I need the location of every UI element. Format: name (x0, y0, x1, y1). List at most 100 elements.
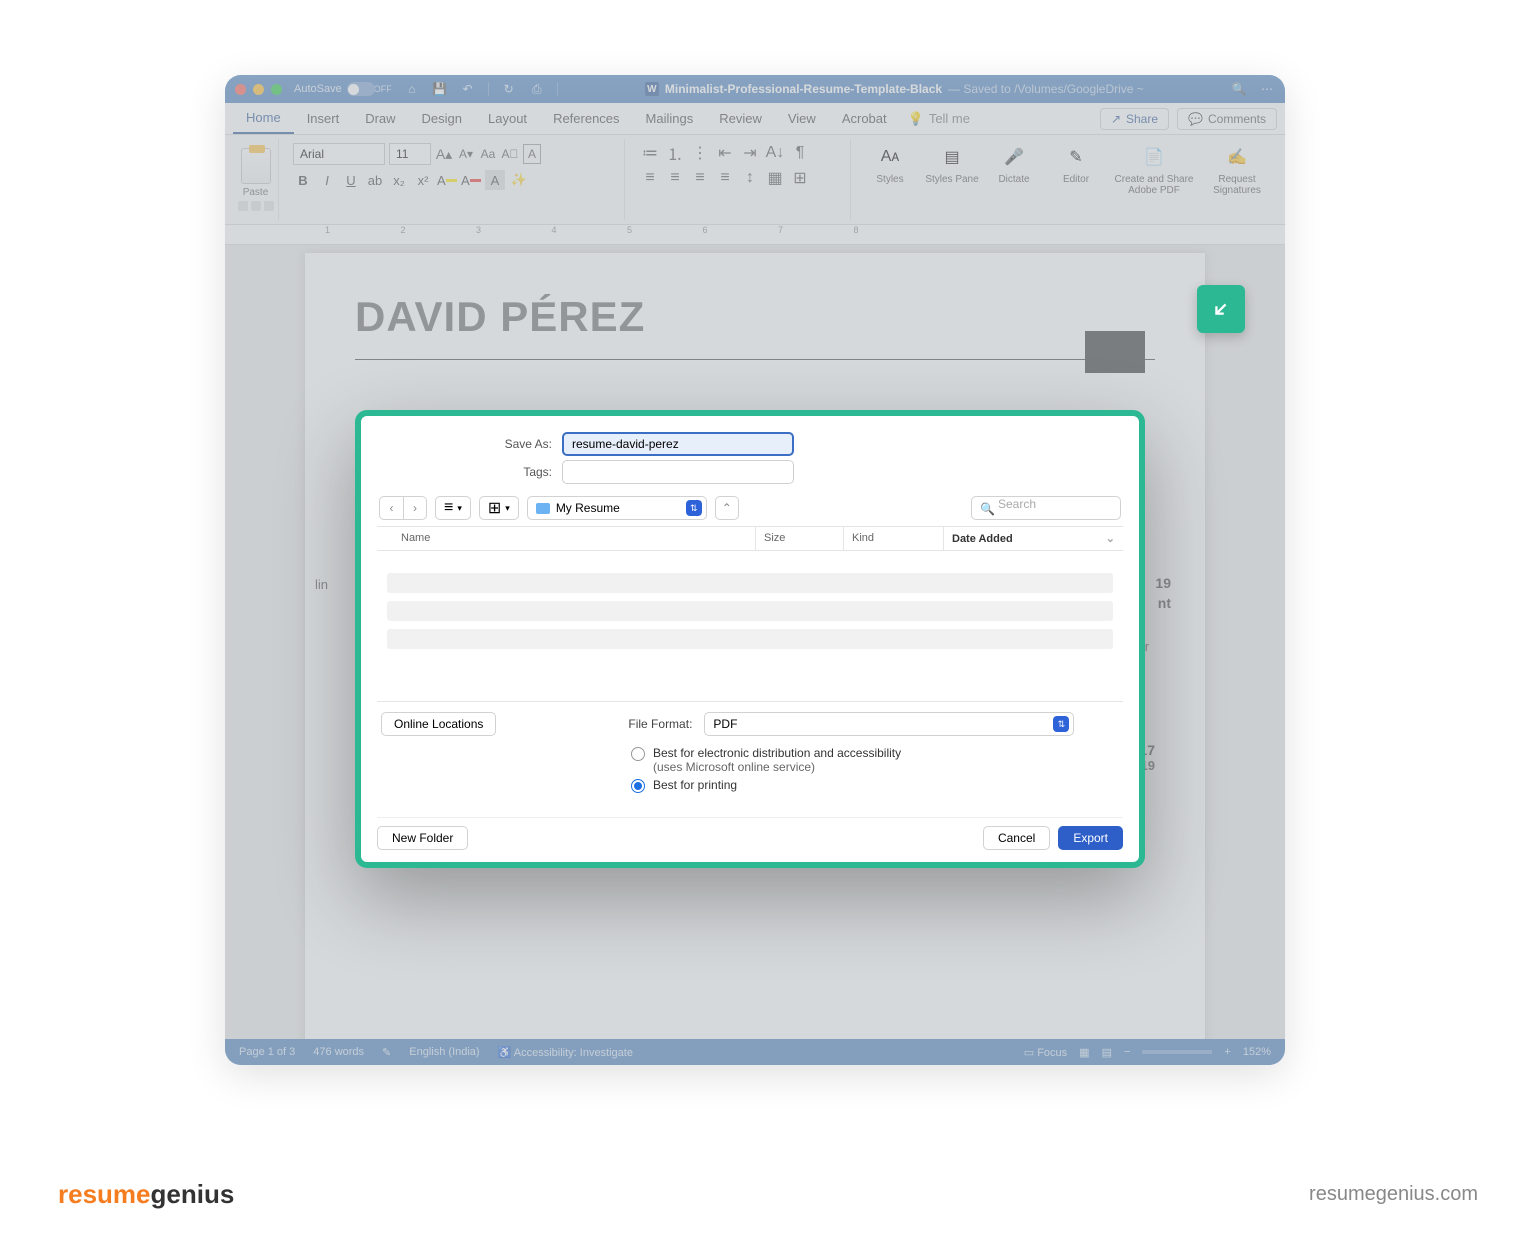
dictate-button[interactable]: 🎤Dictate (985, 143, 1043, 216)
underline-button[interactable]: U (341, 170, 361, 190)
tell-me[interactable]: 💡 Tell me (908, 111, 970, 127)
tags-input[interactable] (562, 460, 794, 484)
col-name[interactable]: Name (377, 527, 755, 550)
tab-layout[interactable]: Layout (475, 103, 540, 134)
styles-button[interactable]: AᴀStyles (861, 143, 919, 216)
file-list[interactable] (377, 551, 1123, 701)
tab-view[interactable]: View (775, 103, 829, 134)
styles-pane-button[interactable]: ▤Styles Pane (923, 143, 981, 216)
tab-draw[interactable]: Draw (352, 103, 408, 134)
change-case-icon[interactable]: Aa (479, 144, 497, 164)
export-button[interactable]: Export (1058, 826, 1123, 850)
align-left-icon[interactable]: ≡ (639, 168, 661, 188)
home-icon[interactable]: ⌂ (404, 81, 420, 97)
align-center-icon[interactable]: ≡ (664, 168, 686, 188)
save-as-input[interactable] (562, 432, 794, 456)
strikethrough-button[interactable]: ab (365, 170, 385, 190)
collapse-button[interactable]: ⌃ (715, 496, 739, 520)
tab-review[interactable]: Review (706, 103, 775, 134)
print-icon[interactable]: ⎙ (529, 81, 545, 97)
collapse-badge[interactable] (1197, 285, 1245, 333)
cancel-button[interactable]: Cancel (983, 826, 1050, 850)
accessibility-indicator[interactable]: ♿ Accessibility: Investigate (498, 1046, 633, 1059)
tab-acrobat[interactable]: Acrobat (829, 103, 900, 134)
request-signatures-button[interactable]: ✍Request Signatures (1203, 143, 1271, 216)
bold-button[interactable]: B (293, 170, 313, 190)
radio-printing[interactable]: Best for printing (631, 778, 1123, 793)
save-icon[interactable]: 💾 (432, 81, 448, 97)
location-select[interactable]: My Resume ⇅ (527, 496, 707, 520)
zoom-out-icon[interactable]: − (1124, 1046, 1130, 1058)
multilevel-icon[interactable]: ⋮ (689, 143, 711, 163)
decrease-font-icon[interactable]: A▾ (457, 144, 475, 164)
undo-icon[interactable]: ↶ (460, 81, 476, 97)
format-painter-icon[interactable] (264, 201, 274, 211)
highlight-button[interactable]: A (437, 170, 457, 190)
bullets-icon[interactable]: ≔ (639, 143, 661, 163)
sort-icon[interactable]: A↓ (764, 143, 786, 163)
redo-icon[interactable]: ↻ (501, 81, 517, 97)
zoom-level[interactable]: 152% (1243, 1046, 1271, 1058)
focus-mode[interactable]: ▭ Focus (1024, 1046, 1067, 1059)
tab-design[interactable]: Design (409, 103, 475, 134)
show-marks-icon[interactable]: ¶ (789, 143, 811, 163)
tab-mailings[interactable]: Mailings (633, 103, 707, 134)
shading-icon[interactable]: ▦ (764, 168, 786, 188)
language-indicator[interactable]: English (India) (409, 1046, 479, 1058)
zoom-in-icon[interactable]: + (1224, 1046, 1230, 1058)
search-input[interactable]: 🔍 Search (971, 496, 1121, 520)
back-button[interactable]: ‹ (379, 496, 403, 520)
cut-icon[interactable] (238, 201, 248, 211)
text-shading-icon[interactable]: A (485, 170, 505, 190)
minimize-icon[interactable] (253, 84, 264, 95)
share-button[interactable]: ↗ Share (1100, 108, 1169, 130)
italic-button[interactable]: I (317, 170, 337, 190)
tab-home[interactable]: Home (233, 103, 294, 134)
paste-icon[interactable] (241, 148, 271, 184)
char-border-icon[interactable]: A (523, 144, 541, 164)
zoom-slider[interactable] (1142, 1050, 1212, 1054)
switch-icon[interactable] (347, 82, 375, 96)
copy-icon[interactable] (251, 201, 261, 211)
create-pdf-button[interactable]: 📄Create and Share Adobe PDF (1109, 143, 1199, 216)
list-view-button[interactable]: ≡▾ (435, 496, 471, 520)
font-color-button[interactable]: A (461, 170, 481, 190)
col-size[interactable]: Size (755, 527, 843, 550)
page-indicator[interactable]: Page 1 of 3 (239, 1046, 295, 1058)
font-size-select[interactable]: 11 (389, 143, 431, 165)
tab-references[interactable]: References (540, 103, 632, 134)
radio-electronic[interactable]: Best for electronic distribution and acc… (631, 746, 1123, 774)
tab-insert[interactable]: Insert (294, 103, 353, 134)
view-web-icon[interactable]: ▤ (1102, 1046, 1112, 1059)
maximize-icon[interactable] (271, 84, 282, 95)
close-icon[interactable] (235, 84, 246, 95)
font-name-select[interactable]: Arial (293, 143, 385, 165)
borders-icon[interactable]: ⊞ (789, 168, 811, 188)
clear-format-icon[interactable]: A⃠ (501, 144, 519, 164)
editor-button[interactable]: ✎Editor (1047, 143, 1105, 216)
subscript-button[interactable]: x₂ (389, 170, 409, 190)
search-icon[interactable]: 🔍 (1231, 81, 1247, 97)
numbering-icon[interactable]: ⒈ (664, 143, 686, 163)
online-locations-button[interactable]: Online Locations (381, 712, 496, 736)
view-print-icon[interactable]: ▦ (1079, 1046, 1089, 1059)
col-kind[interactable]: Kind (843, 527, 943, 550)
forward-button[interactable]: › (403, 496, 427, 520)
word-count[interactable]: 476 words (313, 1046, 364, 1058)
share-icon[interactable]: ⋯ (1259, 81, 1275, 97)
text-effects-icon[interactable]: ✨ (509, 170, 529, 190)
increase-indent-icon[interactable]: ⇥ (739, 143, 761, 163)
decrease-indent-icon[interactable]: ⇤ (714, 143, 736, 163)
line-spacing-icon[interactable]: ↕ (739, 168, 761, 188)
comments-button[interactable]: 💬 Comments (1177, 108, 1277, 130)
grid-view-button[interactable]: ⊞▾ (479, 496, 519, 520)
spell-check-icon[interactable]: ✎ (382, 1046, 391, 1059)
new-folder-button[interactable]: New Folder (377, 826, 468, 850)
file-format-select[interactable]: PDF ⇅ (704, 712, 1074, 736)
justify-icon[interactable]: ≡ (714, 168, 736, 188)
superscript-button[interactable]: x² (413, 170, 433, 190)
col-date[interactable]: Date Added⌄ (943, 527, 1123, 550)
align-right-icon[interactable]: ≡ (689, 168, 711, 188)
increase-font-icon[interactable]: A▴ (435, 144, 453, 164)
autosave-toggle[interactable]: AutoSave OFF (294, 82, 392, 96)
